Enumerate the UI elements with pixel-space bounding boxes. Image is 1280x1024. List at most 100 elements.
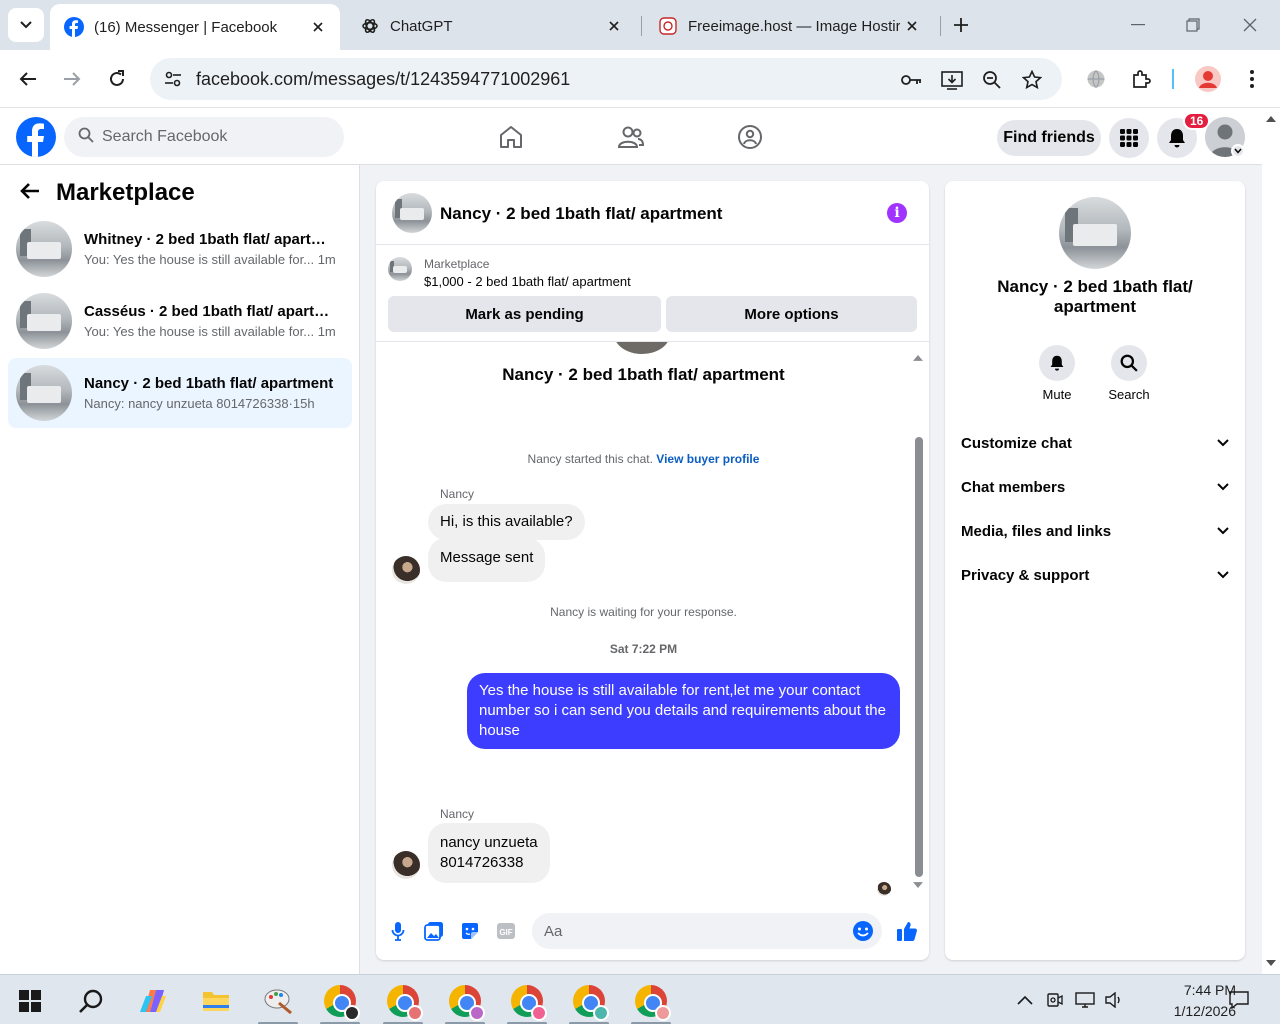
groups-nav-icon[interactable] xyxy=(735,122,765,152)
conversation-item[interactable]: Casséus · 2 bed 1bath flat/ apartm... Yo… xyxy=(8,286,352,356)
back-button[interactable] xyxy=(12,63,44,95)
chrome-profile-6-icon[interactable] xyxy=(633,983,671,1021)
arrow-right-icon xyxy=(64,72,81,86)
chrome-profile-3-icon[interactable] xyxy=(447,983,485,1021)
mute-label: Mute xyxy=(1042,387,1072,402)
thumbs-up-icon[interactable] xyxy=(895,919,919,943)
tab-messenger[interactable]: (16) Messenger | Facebook xyxy=(50,4,340,50)
url-text[interactable]: facebook.com/messages/t/1243594771002961 xyxy=(196,69,570,90)
listing-thumbnail xyxy=(388,257,412,281)
bell-icon[interactable] xyxy=(1039,345,1075,381)
site-info-icon[interactable] xyxy=(162,68,184,95)
tab-freeimage[interactable]: Freeimage.host — Image Hostir xyxy=(644,6,934,46)
find-friends-button[interactable]: Find friends xyxy=(997,120,1101,156)
extension-globe-icon[interactable] xyxy=(1080,63,1112,95)
tab-search-button[interactable] xyxy=(8,8,44,42)
sticker-icon[interactable] xyxy=(458,919,482,943)
reload-button[interactable] xyxy=(101,63,133,95)
file-explorer-icon[interactable] xyxy=(198,983,234,1019)
gif-icon[interactable]: GIF xyxy=(494,919,518,943)
page-scrollbar[interactable] xyxy=(1262,108,1280,974)
close-tab-icon[interactable] xyxy=(900,14,924,38)
chat-panel: Nancy · 2 bed 1bath flat/ apartment i Ma… xyxy=(376,181,929,960)
minimize-window-button[interactable] xyxy=(1123,10,1153,40)
incoming-message[interactable]: Hi, is this available? xyxy=(428,504,585,540)
search-action[interactable]: Search xyxy=(1099,345,1159,402)
message-input-box[interactable] xyxy=(532,913,882,949)
password-key-icon[interactable] xyxy=(900,68,924,92)
photo-attach-icon[interactable] xyxy=(422,919,446,943)
scroll-up-arrow-icon xyxy=(913,354,923,361)
volume-tray-icon[interactable] xyxy=(1104,990,1124,1010)
camera-tray-icon[interactable] xyxy=(1045,990,1065,1010)
customize-chat-section[interactable]: Customize chat xyxy=(953,423,1237,463)
view-buyer-profile-link[interactable]: View buyer profile xyxy=(656,452,759,466)
new-tab-button[interactable] xyxy=(948,12,974,38)
close-tab-icon[interactable] xyxy=(602,14,626,38)
incoming-message[interactable]: Message sent xyxy=(428,538,546,582)
windows-start-icon[interactable] xyxy=(12,983,48,1019)
conversation-item[interactable]: Whitney · 2 bed 1bath flat/ apartm... Yo… xyxy=(8,214,352,284)
taskbar-clock[interactable]: 7:44 PM 1/12/2026 xyxy=(1136,980,1236,1022)
notification-center-icon[interactable] xyxy=(1229,990,1249,1010)
install-app-icon[interactable] xyxy=(940,68,964,92)
media-files-links-section[interactable]: Media, files and links xyxy=(953,511,1237,551)
conversation-name: Nancy · 2 bed 1bath flat/ apartment xyxy=(84,375,334,392)
scrollbar-thumb[interactable] xyxy=(915,437,923,877)
listing-avatar-large[interactable] xyxy=(1059,197,1131,269)
account-menu-chevron[interactable] xyxy=(1231,144,1245,158)
tab-separator xyxy=(641,16,642,36)
chatgpt-favicon-icon xyxy=(360,16,380,36)
mute-action[interactable]: Mute xyxy=(1027,345,1087,402)
sender-avatar[interactable] xyxy=(392,851,420,879)
incoming-message[interactable]: nancy unzueta 8014726338 xyxy=(428,823,550,883)
facebook-logo-icon[interactable] xyxy=(16,117,56,157)
tray-chevron-up-icon[interactable] xyxy=(1015,990,1035,1010)
section-label: Chat members xyxy=(961,478,1066,496)
chrome-profile-4-icon[interactable] xyxy=(509,983,547,1021)
mark-as-pending-button[interactable]: Mark as pending xyxy=(388,296,661,332)
browser-profile-avatar[interactable] xyxy=(1192,63,1224,95)
minimize-icon xyxy=(1131,24,1145,26)
chat-title[interactable]: Nancy · 2 bed 1bath flat/ apartment xyxy=(440,204,722,224)
copilot-icon[interactable] xyxy=(135,983,171,1019)
plus-icon xyxy=(954,18,968,32)
outgoing-message[interactable]: Yes the house is still available for ren… xyxy=(467,673,900,749)
network-tray-icon[interactable] xyxy=(1075,990,1095,1010)
restore-window-button[interactable] xyxy=(1178,10,1208,40)
conversation-item-selected[interactable]: Nancy · 2 bed 1bath flat/ apartment Nanc… xyxy=(8,358,352,428)
conversation-list-panel: Marketplace Whitney · 2 bed 1bath flat/ … xyxy=(0,165,360,974)
chrome-profile-2-icon[interactable] xyxy=(385,983,423,1021)
facebook-search-box[interactable] xyxy=(64,117,344,157)
more-options-button[interactable]: More options xyxy=(666,296,917,332)
microphone-icon[interactable] xyxy=(386,919,410,943)
message-input[interactable] xyxy=(544,922,844,940)
listing-thumbnail xyxy=(16,293,72,349)
search-icon[interactable] xyxy=(1111,345,1147,381)
chat-avatar[interactable] xyxy=(392,193,432,233)
paint-app-icon[interactable] xyxy=(260,983,296,1019)
tab-chatgpt[interactable]: ChatGPT xyxy=(346,6,636,46)
forward-button[interactable] xyxy=(56,63,88,95)
emoji-icon[interactable] xyxy=(852,920,874,942)
back-arrow-icon[interactable] xyxy=(20,182,40,205)
close-tab-icon[interactable] xyxy=(306,15,330,39)
search-input[interactable] xyxy=(102,128,302,146)
chat-members-section[interactable]: Chat members xyxy=(953,467,1237,507)
extensions-puzzle-icon[interactable] xyxy=(1125,63,1157,95)
section-label: Privacy & support xyxy=(961,566,1090,584)
bookmark-star-icon[interactable] xyxy=(1020,68,1044,92)
home-nav-icon[interactable] xyxy=(496,122,526,152)
privacy-support-section[interactable]: Privacy & support xyxy=(953,555,1237,595)
taskbar-search-icon[interactable] xyxy=(73,983,109,1019)
chrome-profile-1-icon[interactable] xyxy=(322,983,360,1021)
address-bar[interactable]: facebook.com/messages/t/1243594771002961 xyxy=(150,58,1062,100)
info-icon[interactable]: i xyxy=(887,203,907,223)
chrome-profile-5-icon[interactable] xyxy=(571,983,609,1021)
menu-grid-button[interactable] xyxy=(1109,118,1149,158)
friends-nav-icon[interactable] xyxy=(616,122,646,152)
sender-avatar[interactable] xyxy=(392,556,420,584)
zoom-icon[interactable] xyxy=(980,68,1004,92)
close-window-button[interactable] xyxy=(1235,10,1265,40)
browser-menu-button[interactable] xyxy=(1236,63,1268,95)
